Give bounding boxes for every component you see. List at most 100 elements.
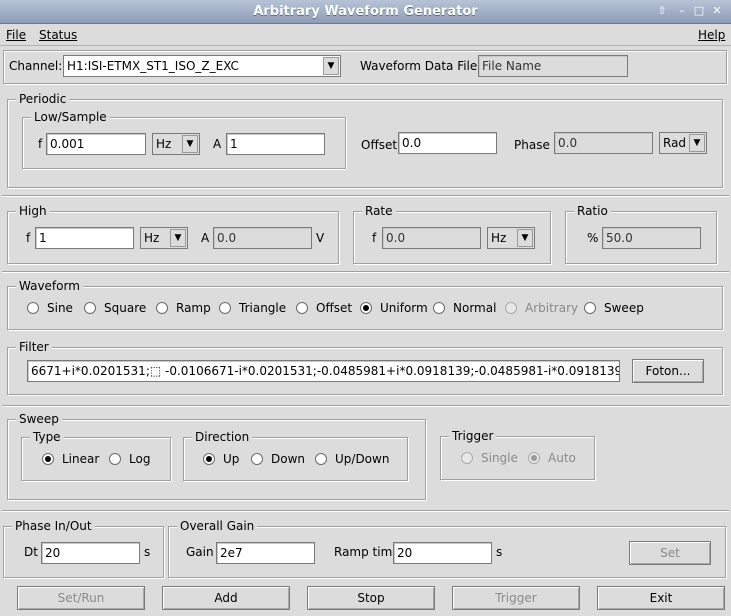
waveform-label-offset: Offset [316,301,353,315]
sweep-direction-radio-down[interactable] [251,453,263,465]
sweep-type-label-log: Log [129,452,151,466]
separator [2,405,729,407]
filter-input[interactable]: 6671+i*0.0201531;⬚ -0.0106671-i*0.020153… [27,360,620,382]
low-a-label: A [213,137,222,151]
phase-unit-value: Rad [663,136,687,150]
channel-value: H1:ISI-ETMX_ST1_ISO_Z_EXC [67,59,239,73]
chevron-down-icon[interactable]: ▼ [170,229,186,247]
set-run-button[interactable]: Set/Run [17,586,145,610]
data-file-field[interactable]: File Name [478,55,628,77]
set-button[interactable]: Set [629,541,711,565]
waveform-radio-arbitrary[interactable] [505,302,517,314]
exit-button[interactable]: Exit [597,586,725,610]
waveform-radio-triangle[interactable] [219,302,231,314]
chevron-down-icon[interactable]: ▼ [323,57,339,75]
waveform-radio-ramp[interactable] [156,302,168,314]
trigger-button[interactable]: Trigger [452,586,580,610]
channel-select[interactable]: H1:ISI-ETMX_ST1_ISO_Z_EXC ▼ [63,55,341,77]
rate-f-label: f [372,231,377,245]
gain-label: Gain [186,545,214,559]
waveform-label-square: Square [104,301,147,315]
stop-button[interactable]: Stop [307,586,435,610]
sweep-type-radio-log[interactable] [109,453,121,465]
waveform-label-uniform: Uniform [380,301,428,315]
menu-help[interactable]: Help [698,28,725,42]
menu-bar: File Status Help [0,24,731,46]
waveform-label-sine: Sine [47,301,73,315]
sweep-type-radio-linear[interactable] [42,453,54,465]
low-f-input[interactable]: 0.001 [46,133,146,155]
trigger-label-auto: Auto [548,451,576,465]
ratio-title: Ratio [574,204,611,218]
maximize-icon[interactable]: □ [692,4,706,18]
low-sample-title: Low/Sample [31,110,110,124]
high-unit-value: Hz [144,231,160,245]
waveform-label-arbitrary: Arbitrary [525,301,579,315]
ratio-input[interactable]: 50.0 [602,227,701,249]
waveform-label-normal: Normal [453,301,497,315]
separator [2,195,729,197]
rate-unit-value: Hz [491,231,507,245]
sweep-direction-label-up: Up [223,452,240,466]
dt-unit-label: s [144,545,151,559]
overall-gain-title: Overall Gain [177,519,258,533]
keep-above-icon[interactable]: ⇧ [655,4,669,18]
waveform-title: Waveform [16,279,83,293]
waveform-radio-sweep[interactable] [584,302,596,314]
low-unit-select[interactable]: Hz ▼ [152,133,200,155]
waveform-radio-sine[interactable] [27,302,39,314]
waveform-radio-offset[interactable] [296,302,308,314]
sweep-direction-title: Direction [192,430,253,444]
waveform-label-triangle: Triangle [239,301,287,315]
chevron-down-icon[interactable]: ▼ [689,134,705,152]
waveform-radio-square[interactable] [84,302,96,314]
sweep-direction-radio-updown[interactable] [315,453,327,465]
sweep-direction-radio-up[interactable] [203,453,215,465]
rate-unit-select[interactable]: Hz ▼ [487,227,535,249]
separator [2,271,729,273]
menu-status[interactable]: Status [39,28,77,42]
separator [2,510,729,512]
dt-label: Dt [24,545,38,559]
low-f-label: f [38,137,43,151]
gain-input[interactable]: 2e7 [216,542,315,564]
title-bar[interactable]: Arbitrary Waveform Generator ⇧ – □ ✕ [0,0,731,24]
phase-input[interactable]: 0.0 [554,132,653,154]
phase-unit-select[interactable]: Rad ▼ [659,132,707,154]
chevron-down-icon[interactable]: ▼ [182,135,198,153]
high-f-input[interactable]: 1 [35,227,134,249]
periodic-title: Periodic [16,92,70,106]
trigger-radio-auto[interactable] [528,452,540,464]
offset-label: Offset [361,138,398,152]
sweep-title: Sweep [16,412,62,426]
trigger-radio-single[interactable] [461,452,473,464]
close-icon[interactable]: ✕ [710,4,724,18]
high-unit-select[interactable]: Hz ▼ [140,227,188,249]
trigger-title: Trigger [449,429,497,443]
high-a-label: A [201,231,210,245]
dt-input[interactable]: 20 [41,542,140,564]
sweep-direction-label-updown: Up/Down [335,452,390,466]
foton-button[interactable]: Foton... [632,359,704,383]
add-button[interactable]: Add [162,586,290,610]
high-v-label: V [316,231,325,245]
phase-inout-title: Phase In/Out [12,519,95,533]
phase-label: Phase [514,138,550,152]
ratio-pct-label: % [587,231,599,245]
low-a-input[interactable]: 1 [226,133,325,155]
offset-input[interactable]: 0.0 [398,132,497,154]
high-title: High [16,204,50,218]
high-a-input[interactable]: 0.0 [213,227,312,249]
window-title: Arbitrary Waveform Generator [253,4,478,19]
chevron-down-icon[interactable]: ▼ [517,229,533,247]
waveform-radio-uniform[interactable] [360,302,372,314]
ramp-time-input[interactable]: 20 [393,542,492,564]
rate-f-input[interactable]: 0.0 [382,227,481,249]
menu-file[interactable]: File [6,28,26,42]
minimize-icon[interactable]: – [675,4,689,18]
filter-title: Filter [16,340,52,354]
high-f-label: f [26,231,31,245]
channel-label: Channel: [9,59,63,73]
sweep-direction-label-down: Down [271,452,306,466]
waveform-radio-normal[interactable] [433,302,445,314]
